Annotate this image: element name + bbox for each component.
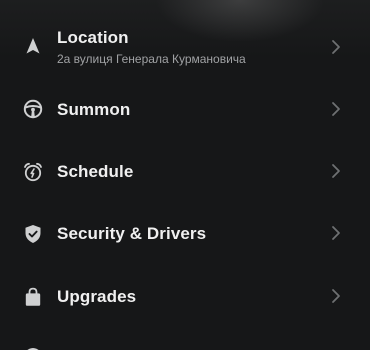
chevron-right-icon	[330, 101, 342, 117]
location-address: 2а вулиця Генерала Курмановича	[57, 52, 246, 66]
menu-item-label: Location	[57, 28, 129, 47]
menu-item-location[interactable]: Location 2а вулиця Генерала Курмановича	[0, 22, 370, 74]
menu-item-label: Summon	[57, 100, 131, 119]
navigation-arrow-icon	[22, 35, 44, 57]
menu-item-schedule[interactable]: Schedule	[0, 146, 370, 198]
menu-item-upgrades[interactable]: Upgrades	[0, 271, 370, 323]
partial-icon	[27, 348, 39, 350]
alarm-clock-icon	[22, 161, 44, 183]
menu-item-label: Upgrades	[57, 287, 137, 306]
chevron-right-icon	[330, 288, 342, 304]
menu-item-label: Schedule	[57, 162, 134, 181]
chevron-right-icon	[330, 39, 342, 55]
menu-item-partial[interactable]	[0, 338, 370, 350]
menu-item-summon[interactable]: Summon	[0, 84, 370, 136]
chevron-right-icon	[330, 225, 342, 241]
steering-wheel-icon	[22, 98, 44, 120]
shopping-bag-icon	[22, 286, 44, 308]
chevron-right-icon	[330, 163, 342, 179]
shield-check-icon	[22, 223, 44, 245]
menu-item-security-drivers[interactable]: Security & Drivers	[0, 208, 370, 260]
menu-item-label: Security & Drivers	[57, 224, 207, 243]
